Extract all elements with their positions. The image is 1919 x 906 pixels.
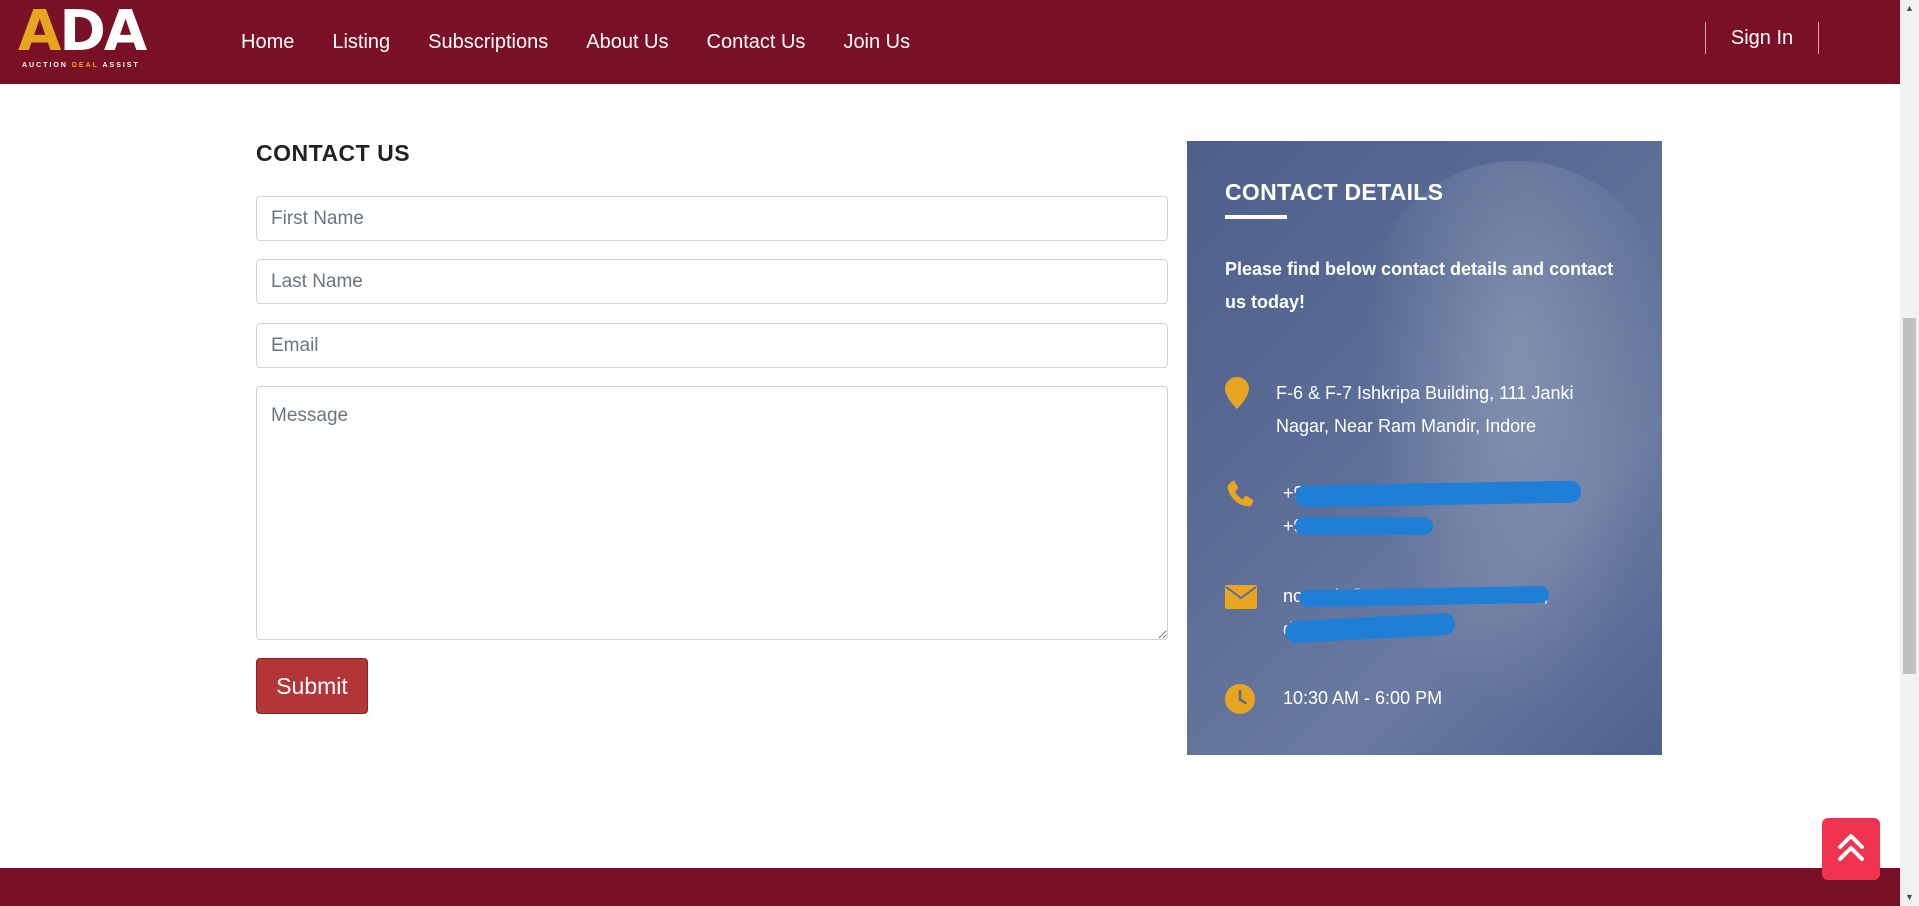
business-hours: 10:30 AM - 6:00 PM	[1283, 688, 1443, 708]
logo-tagline: AUCTION DEAL ASSIST	[22, 62, 140, 69]
message-textarea[interactable]	[256, 386, 1168, 640]
address-line-2: Nagar, Near Ram Mandir, Indore	[1276, 416, 1537, 436]
scrollbar-thumb[interactable]	[1903, 318, 1916, 674]
contact-details-panel: CONTACT DETAILS Please find below contac…	[1187, 141, 1662, 755]
contact-details-intro: Please find below contact details and co…	[1225, 259, 1614, 312]
clock-icon	[1225, 684, 1255, 716]
nav-subscriptions[interactable]: Subscriptions	[428, 31, 548, 54]
logo-tagline-deal: DEAL	[71, 62, 99, 69]
logo-letter: A	[18, 0, 61, 64]
logo-tagline-auction: AUCTION	[22, 62, 68, 69]
submit-button[interactable]: Submit	[256, 658, 368, 714]
back-to-top-button[interactable]	[1822, 818, 1880, 880]
title-underline	[1225, 215, 1287, 219]
site-footer	[0, 868, 1900, 906]
site-header: ADA AUCTION DEAL ASSIST Home Listing Sub…	[0, 0, 1900, 84]
scroll-down-arrow-icon[interactable]: ▼	[1900, 889, 1919, 906]
email-input[interactable]	[256, 323, 1168, 368]
location-pin-icon	[1225, 377, 1253, 409]
last-name-input[interactable]	[256, 259, 1168, 304]
contact-details-title: CONTACT DETAILS	[1225, 179, 1444, 205]
first-name-input[interactable]	[256, 196, 1168, 241]
nav-contact-us[interactable]: Contact Us	[707, 31, 806, 54]
address-line-1: F-6 & F-7 Ishkripa Building, 111 Janki	[1276, 383, 1574, 403]
vertical-scrollbar[interactable]: ▲ ▼	[1900, 0, 1919, 906]
phone-icon	[1225, 479, 1254, 511]
nav-join-us[interactable]: Join Us	[843, 31, 910, 54]
nav-about-us[interactable]: About Us	[586, 31, 668, 54]
signin-container: Sign In	[1705, 22, 1819, 54]
contact-form-title: CONTACT US	[256, 140, 411, 166]
main-nav: Home Listing Subscriptions About Us Cont…	[222, 0, 929, 84]
nav-home[interactable]: Home	[241, 31, 294, 54]
logo-tagline-assist: ASSIST	[102, 62, 140, 69]
envelope-icon	[1225, 585, 1257, 617]
phone-redaction-2	[1295, 517, 1433, 535]
double-chevron-up-icon	[1837, 832, 1865, 867]
scroll-up-arrow-icon[interactable]: ▲	[1900, 0, 1919, 17]
logo-wordmark: ADA	[18, 0, 147, 64]
signin-link[interactable]: Sign In	[1731, 27, 1793, 50]
nav-listing[interactable]: Listing	[332, 31, 390, 54]
ada-logo[interactable]: ADA AUCTION DEAL ASSIST	[18, 4, 170, 70]
